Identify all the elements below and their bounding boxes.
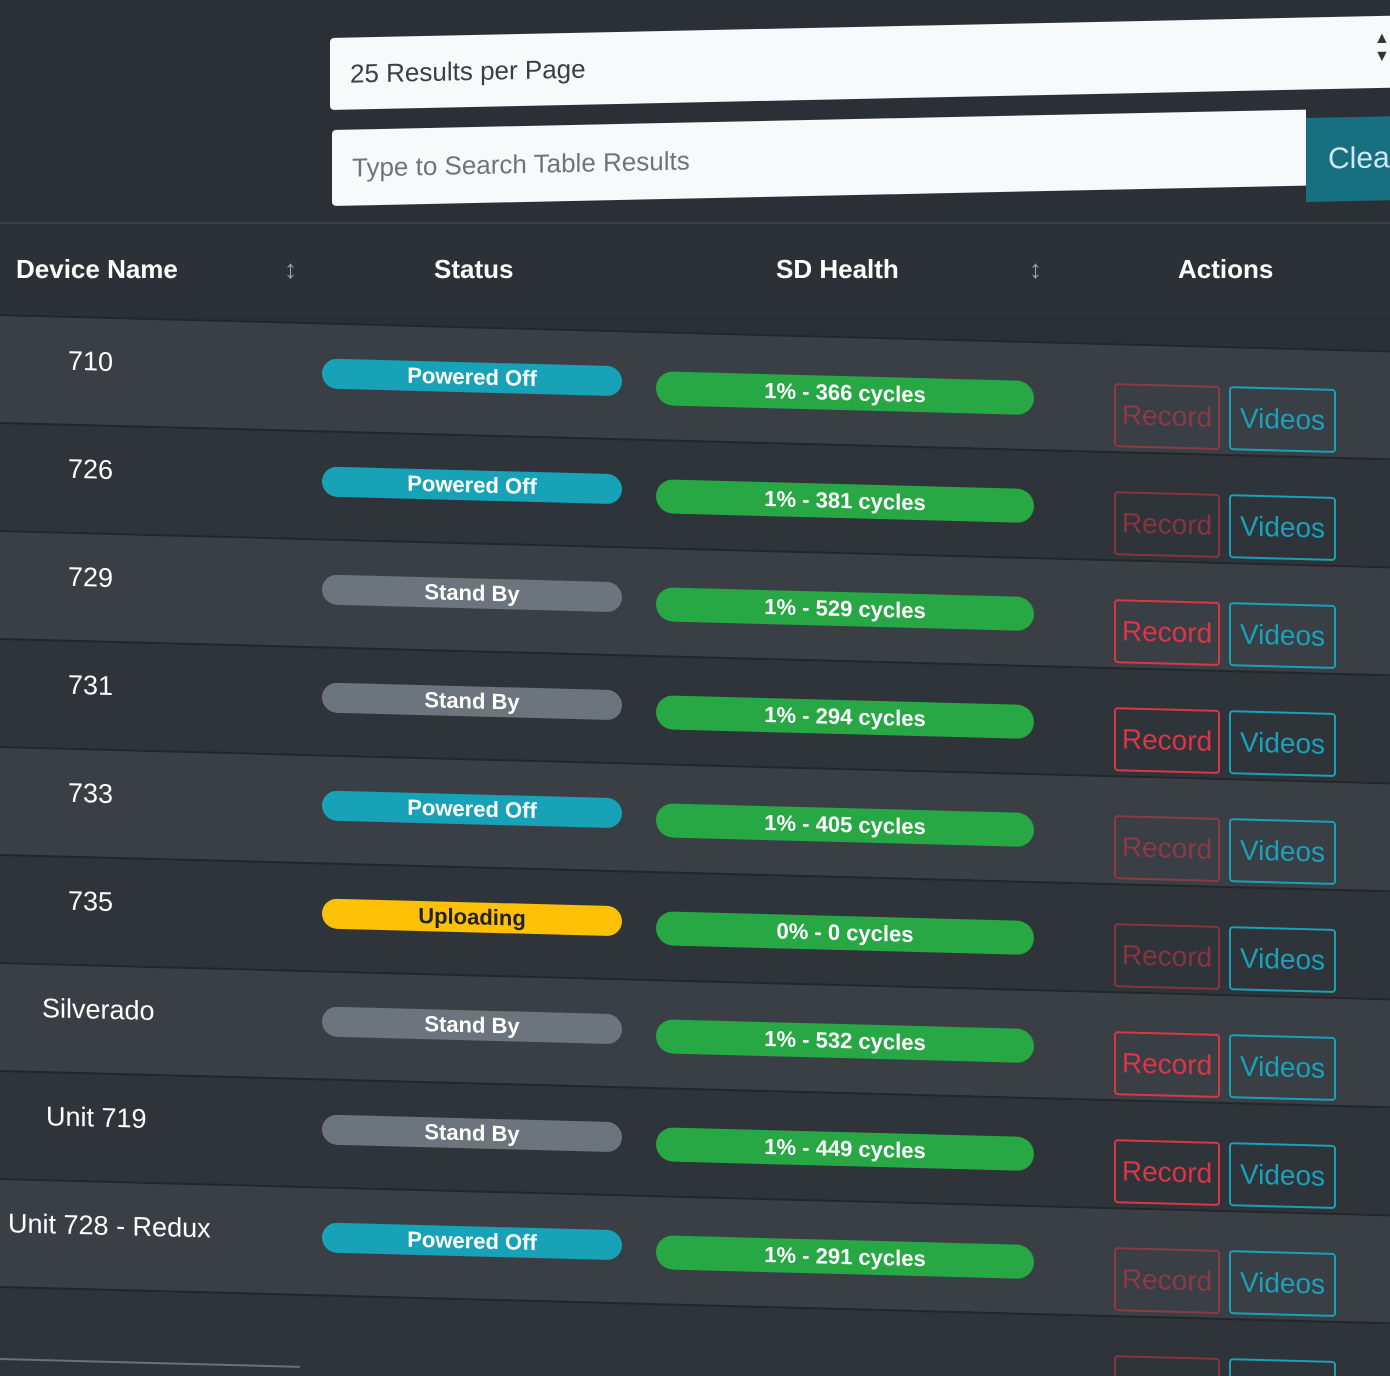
videos-button[interactable]: Videos	[1229, 1142, 1336, 1209]
device-name-cell: Unit 719	[46, 1101, 147, 1134]
results-per-page-select[interactable]: 25 Results per Page ▲ ▼	[330, 15, 1390, 110]
record-button[interactable]: Record	[1114, 383, 1220, 450]
record-button[interactable]: Record	[1114, 1031, 1220, 1098]
sd-health-badge: 1% - 532 cycles	[656, 1019, 1034, 1064]
videos-button[interactable]: Videos	[1229, 926, 1336, 993]
header-device-name[interactable]: Device Name	[16, 254, 178, 285]
videos-button[interactable]: Videos	[1229, 1250, 1336, 1317]
device-name-cell: 733	[68, 777, 114, 809]
status-badge: Powered Off	[322, 466, 622, 505]
status-badge: Stand By	[322, 1006, 622, 1045]
videos-button[interactable]: Videos	[1229, 818, 1336, 885]
device-name-cell: 735	[68, 885, 114, 917]
record-button[interactable]: Record	[1114, 923, 1220, 990]
sd-health-badge: 1% - 381 cycles	[656, 479, 1034, 524]
sd-health-badge: 1% - 449 cycles	[656, 1127, 1034, 1172]
status-badge: Stand By	[322, 682, 622, 721]
sd-health-badge: 1% - 366 cycles	[656, 371, 1034, 416]
status-badge: Uploading	[322, 898, 622, 937]
results-per-page-value: 25 Results per Page	[350, 53, 586, 89]
videos-button[interactable]: Videos	[1229, 494, 1336, 561]
clear-search-button[interactable]: Clear	[1306, 116, 1390, 202]
device-name-cell: 726	[68, 453, 114, 485]
videos-button[interactable]: Videos	[1229, 1034, 1336, 1101]
videos-button[interactable]: Videos	[1229, 386, 1336, 453]
record-button[interactable]: Record	[1114, 599, 1220, 666]
status-badge: Stand By	[322, 1114, 622, 1153]
search-field[interactable]	[332, 109, 1306, 206]
sd-health-badge: 0% - 0 cycles	[656, 911, 1034, 956]
videos-button[interactable]: Videos	[1229, 1358, 1336, 1376]
record-button[interactable]: Record	[1114, 491, 1220, 558]
table-controls: 25 Results per Page ▲▼ Clear	[330, 0, 1390, 220]
header-actions: Actions	[1178, 254, 1274, 284]
status-badge: Powered Off	[322, 790, 622, 829]
sort-device-name-icon[interactable]: ↕	[284, 254, 297, 285]
search-input[interactable]	[350, 131, 1306, 185]
record-button[interactable]: Record	[1114, 1139, 1220, 1206]
sd-health-badge: 1% - 529 cycles	[656, 587, 1034, 632]
device-name-cell: 710	[68, 345, 114, 377]
status-badge: Powered Off	[322, 1222, 622, 1261]
sd-health-badge: 1% - 291 cycles	[656, 1235, 1034, 1280]
videos-button[interactable]: Videos	[1229, 710, 1336, 777]
record-button[interactable]: Record	[1114, 1355, 1220, 1376]
header-status: Status	[434, 254, 514, 284]
devices-table: Device Name ↕ Status SD Health ↕ Actions…	[0, 222, 1390, 1376]
record-button[interactable]: Record	[1114, 815, 1220, 882]
record-button[interactable]: Record	[1114, 707, 1220, 774]
device-name-cell: 731	[68, 669, 114, 701]
header-sd-health[interactable]: SD Health	[776, 254, 899, 285]
device-name-cell: Silverado	[42, 993, 155, 1027]
device-name-cell: 729	[68, 561, 114, 593]
table-header: Device Name ↕ Status SD Health ↕ Actions	[0, 222, 1390, 316]
sd-health-badge: 1% - 405 cycles	[656, 803, 1034, 848]
device-name-cell: Unit 728 - Redux	[8, 1208, 211, 1244]
videos-button[interactable]: Videos	[1229, 602, 1336, 669]
select-arrows-icon: ▲ ▼	[1374, 29, 1390, 66]
status-badge: Stand By	[322, 574, 622, 613]
status-badge: Powered Off	[322, 358, 622, 397]
sd-health-badge: 1% - 294 cycles	[656, 695, 1034, 740]
sort-sd-health-icon[interactable]: ↕	[1029, 254, 1042, 285]
record-button[interactable]: Record	[1114, 1247, 1220, 1314]
